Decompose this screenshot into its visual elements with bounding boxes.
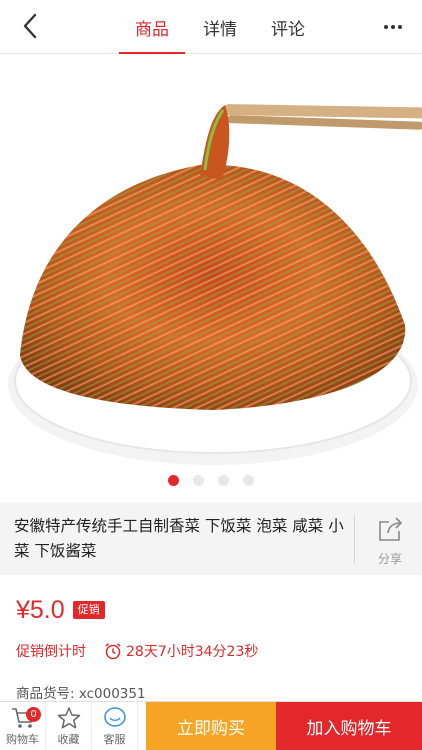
cart-label: 购物车 [6,733,39,746]
tab-reviews[interactable]: 评论 [254,0,322,54]
more-button[interactable] [378,12,408,42]
share-icon [379,517,403,541]
favorite-label: 收藏 [57,733,80,746]
customer-service-button[interactable]: 客服 [92,702,138,750]
share-label: 分享 [377,552,402,566]
price: ¥5.0 [16,595,65,624]
top-nav-bar: 商品 详情 评论 [0,0,422,54]
carousel-indicator [0,475,422,487]
product-title-bar: 安徽特产传统手工自制香菜 下饭菜 泡菜 咸菜 小菜 下饭酱菜 分享 [0,502,422,575]
product-title: 安徽特产传统手工自制香菜 下饭菜 泡菜 咸菜 小菜 下饭酱菜 [14,517,344,560]
tab-details[interactable]: 详情 [186,0,254,54]
alarm-clock-icon [104,642,122,660]
promo-countdown: 促销倒计时 28天7小时34分23秒 [16,640,258,662]
tab-product[interactable]: 商品 [118,0,186,54]
chevron-left-icon [23,13,37,39]
carousel-dot[interactable] [218,475,229,486]
cart-button[interactable]: 0 购物车 [0,702,46,750]
favorite-button[interactable]: 收藏 [46,702,92,750]
bottom-action-bar: 0 购物车 收藏 客服 立即购买 加入购物车 [0,701,422,750]
add-to-cart-button[interactable]: 加入购物车 [276,702,422,750]
more-dots-icon [384,25,388,29]
back-button[interactable] [14,10,46,42]
product-image [8,104,422,465]
promo-badge: 促销 [72,601,105,619]
service-label: 客服 [103,733,126,746]
carousel-dot[interactable] [168,475,179,486]
product-sku: 商品货号: xc000351 [16,686,146,702]
countdown-value: 28天7小时34分23秒 [126,644,259,660]
price-row: ¥5.0 促销 [16,592,105,628]
divider [354,514,355,564]
share-button[interactable]: 分享 [362,512,418,568]
star-icon [57,707,80,729]
product-image-carousel[interactable] [0,55,422,502]
carousel-dot[interactable] [193,475,204,486]
tab-bar: 商品 详情 评论 [118,0,322,54]
cart-count-badge: 0 [26,707,41,722]
countdown-label: 促销倒计时 [16,644,86,660]
carousel-dot[interactable] [243,475,254,486]
buy-now-button[interactable]: 立即购买 [146,702,276,750]
chat-bubble-icon [103,707,126,727]
